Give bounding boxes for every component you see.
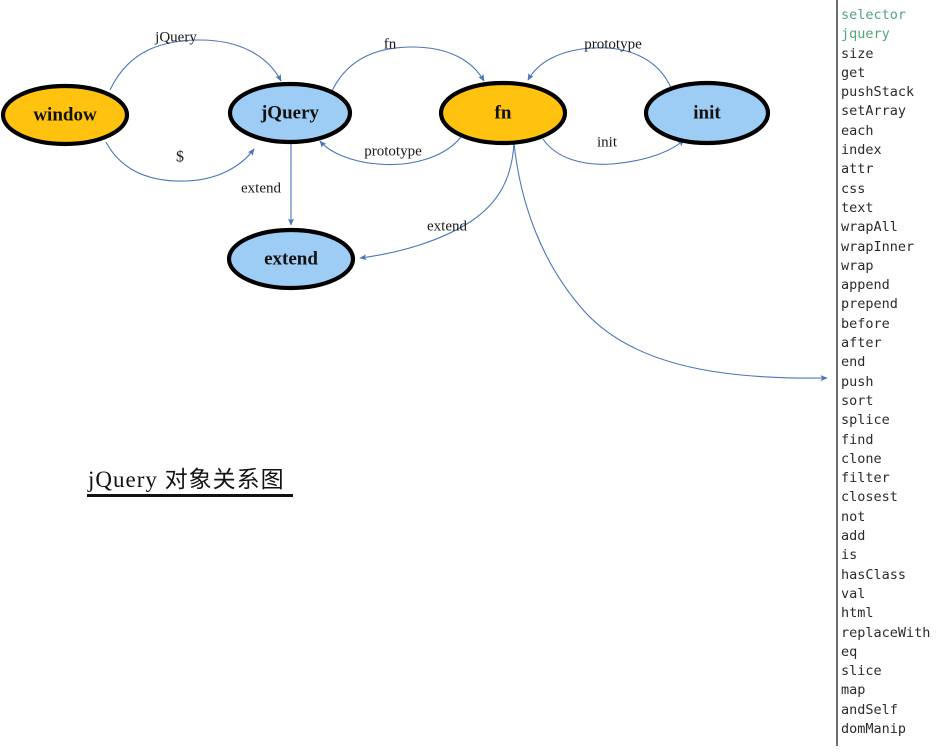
method-list-item: not	[841, 508, 866, 525]
node-window-label: window	[33, 104, 97, 125]
method-list-item: hasClass	[841, 566, 907, 583]
method-list-item: attr	[841, 161, 874, 178]
method-panel: selector jquery size get pushStack setArray ea…	[836, 0, 939, 754]
edge-label-prototype-init-fn: prototype	[584, 36, 642, 52]
method-list-item: sort	[841, 392, 874, 409]
method-list-item: push	[841, 373, 874, 390]
method-list-item: html	[841, 605, 874, 622]
method-list-item: wrapAll	[841, 219, 898, 236]
object-relationship-diagram: jQuery $ fn prototype prototype init ext…	[0, 29, 828, 382]
method-list-item: find	[841, 431, 874, 448]
node-jquery[interactable]: jQuery	[227, 81, 353, 145]
method-list-item: css	[841, 180, 866, 197]
method-list-item: size	[841, 45, 874, 62]
edge-window-jquery-top	[109, 39, 282, 91]
method-list-item: prepend	[841, 296, 898, 313]
method-list-item: get	[841, 64, 866, 81]
method-list-item: is	[841, 547, 858, 564]
method-list-item: setArray	[841, 103, 907, 120]
node-init-label: init	[693, 102, 721, 123]
node-jquery-label: jQuery	[260, 102, 320, 123]
edge-label-init: init	[597, 134, 618, 150]
method-list-item: before	[841, 315, 890, 332]
edge-label-dollar: $	[176, 149, 184, 166]
method-list-item: splice	[841, 412, 890, 429]
method-list-item: clone	[841, 450, 882, 467]
edge-label-extend-jquery: extend	[241, 180, 281, 196]
method-list-item: slice	[841, 663, 882, 680]
method-list-item: map	[841, 682, 866, 699]
page-title-underline	[87, 494, 293, 497]
edge-fn-push	[513, 142, 828, 382]
nodes-layer: window jQuery fn init extend	[0, 80, 771, 291]
method-list-item: after	[841, 335, 882, 352]
method-list-item: append	[841, 277, 890, 294]
method-list-item: filter	[841, 470, 890, 487]
edge-label-window-jquery: jQuery	[154, 29, 197, 45]
page-title: jQuery 对象关系图	[88, 467, 285, 492]
method-list-item: closest	[841, 489, 898, 506]
method-list-item: end	[841, 354, 866, 371]
node-extend-label: extend	[264, 248, 318, 269]
method-list-item: val	[841, 585, 866, 602]
method-list-item: add	[841, 528, 866, 545]
method-list: selector jquery size get pushStack setArray ea…	[841, 6, 930, 739]
method-list-item: wrapInner	[841, 238, 915, 255]
method-list-item: each	[841, 122, 874, 139]
method-list-item: andSelf	[841, 701, 898, 718]
method-list-item: pushStack	[841, 84, 915, 101]
method-list-item: domManip	[841, 720, 907, 737]
method-list-item: jquery	[841, 26, 890, 43]
edge-label-prototype-fn-jquery: prototype	[364, 143, 422, 159]
node-window[interactable]: window	[0, 83, 130, 147]
edge-labels-layer: jQuery $ fn prototype prototype init ext…	[154, 29, 642, 234]
node-fn[interactable]: fn	[438, 80, 568, 146]
method-list-item: index	[841, 142, 882, 159]
method-list-item: eq	[841, 643, 858, 660]
edge-jquery-fn-top	[331, 46, 485, 92]
node-fn-label: fn	[495, 102, 512, 123]
node-init[interactable]: init	[643, 80, 771, 146]
panel-divider	[836, 0, 838, 746]
edge-label-fn: fn	[384, 36, 397, 52]
method-list-item: replaceWith	[841, 624, 931, 641]
edge-init-fn-prototype	[527, 47, 673, 91]
method-list-item: selector	[841, 7, 907, 23]
method-list-item: wrap	[841, 257, 874, 274]
method-list-item: text	[841, 199, 874, 216]
edge-fn-extend	[359, 142, 515, 261]
edge-label-extend-fn: extend	[427, 218, 467, 234]
node-extend[interactable]: extend	[226, 227, 356, 291]
